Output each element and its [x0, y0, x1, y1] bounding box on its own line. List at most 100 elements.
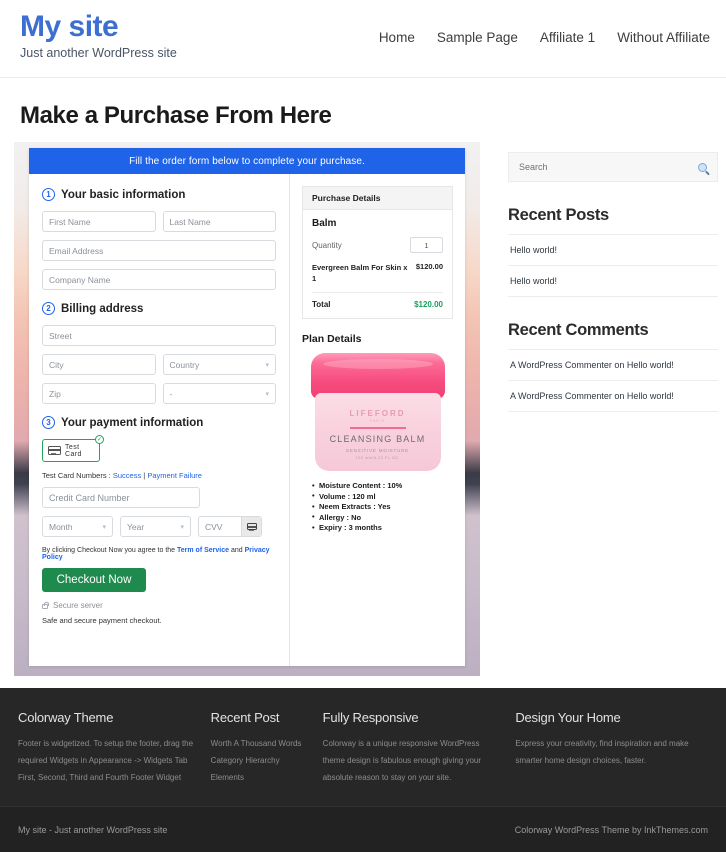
footer-widget-text-line: theme design is fabulous enough giving y… [322, 756, 481, 765]
chevron-down-icon: ▾ [180, 523, 184, 531]
plan-feature-item: Volume : 120 ml [312, 491, 453, 503]
recent-post-item[interactable]: Hello world! [508, 235, 718, 266]
recent-post-item[interactable]: Hello world! [508, 266, 718, 297]
street-input[interactable]: Street [42, 325, 276, 346]
state-select[interactable]: - ▾ [162, 383, 276, 404]
footer-widget-title: Colorway Theme [18, 710, 114, 725]
step-2-heading: 2 Billing address [42, 302, 276, 315]
step-3-label: Your payment information [61, 416, 204, 429]
line-item-name: Evergreen Balm For Skin x 1 [312, 263, 408, 283]
card-number-row: Credit Card Number [42, 487, 276, 508]
name-row: First Name Last Name [42, 211, 276, 232]
site-header: My site Just another WordPress site Home… [0, 0, 726, 78]
magnifier-icon[interactable] [698, 162, 707, 172]
order-form-background: Fill the order form below to complete yo… [14, 142, 480, 676]
zip-input[interactable]: Zip [42, 383, 156, 404]
city-input[interactable]: City [42, 354, 156, 375]
jar-brand-sub-text: PARIS [369, 419, 386, 423]
credit-card-icon [48, 446, 61, 455]
quantity-input[interactable]: 1 [410, 237, 443, 253]
cleansing-balm-jar-graphic: LIFEFORD PARIS CLEANSING BALM SENSITIVE … [310, 353, 445, 471]
first-name-input[interactable]: First Name [42, 211, 156, 232]
company-row: Company Name [42, 269, 276, 290]
footer-recent-post-link[interactable]: Elements [211, 769, 309, 786]
last-name-input[interactable]: Last Name [162, 211, 276, 232]
step-2-number: 2 [42, 302, 55, 315]
footer-widget-text-line: First, Second, Third and Fourth Footer W… [18, 773, 182, 782]
terms-line: By clicking Checkout Now you agree to th… [42, 547, 276, 561]
email-input[interactable]: Email Address [42, 240, 276, 261]
footer-widget-title: Design Your Home [515, 710, 621, 725]
chevron-down-icon: ▾ [102, 523, 106, 531]
plan-feature-item: Allergy : No [312, 512, 453, 524]
checkout-now-button[interactable]: Checkout Now [42, 568, 146, 592]
jar-divider [349, 427, 406, 429]
secure-server-label: Secure server [53, 601, 103, 610]
terms-of-service-link[interactable]: Term of Service [177, 547, 229, 554]
widget-title-recent-posts: Recent Posts [508, 206, 718, 235]
nav-item-affiliate-1[interactable]: Affiliate 1 [540, 30, 595, 45]
purchase-details-box: Purchase Details Balm Quantity 1 Evergre… [302, 186, 453, 319]
test-card-success-link[interactable]: Success [113, 471, 141, 480]
nav-item-without-affiliate[interactable]: Without Affiliate [617, 30, 710, 45]
nav-item-home[interactable]: Home [379, 30, 415, 45]
footer-widget-title: Recent Post [210, 710, 280, 725]
company-input[interactable]: Company Name [42, 269, 276, 290]
widget-recent-posts: Recent Posts Hello world! Hello world! [508, 206, 718, 297]
step-1-heading: 1 Your basic information [42, 188, 276, 201]
line-item-row: Evergreen Balm For Skin x 1 $120.00 [312, 262, 443, 293]
jar-body: LIFEFORD PARIS CLEANSING BALM SENSITIVE … [314, 393, 441, 471]
footer-recent-post-link[interactable]: Worth A Thousand Words [211, 735, 309, 752]
quantity-label: Quantity [312, 240, 342, 250]
recent-comment-item[interactable]: A WordPress Commenter on Hello world! [508, 350, 718, 381]
secure-server-row: Secure server [42, 601, 276, 610]
widget-title-recent-comments: Recent Comments [508, 321, 718, 350]
plan-details-heading: Plan Details [302, 333, 362, 345]
check-circle-icon: ✓ [95, 435, 104, 444]
site-tagline: Just another WordPress site [20, 46, 177, 60]
recent-comment-item[interactable]: A WordPress Commenter on Hello world! [508, 381, 718, 412]
main-navigation: Home Sample Page Affiliate 1 Without Aff… [379, 30, 710, 45]
purchase-product-title: Balm [312, 218, 337, 229]
footer-widget-recent-post: Recent Post Worth A Thousand Words Categ… [211, 710, 323, 806]
total-label: Total [312, 300, 331, 309]
product-image: LIFEFORD PARIS CLEANSING BALM SENSITIVE … [302, 353, 453, 471]
test-card-numbers-line: Test Card Numbers : Success | Payment Fa… [42, 471, 276, 480]
safe-checkout-note: Safe and secure payment checkout. [42, 616, 162, 625]
brand-block: My site Just another WordPress site [20, 10, 177, 60]
cvv-placeholder-text: CVV [205, 521, 223, 532]
page-title: Make a Purchase From Here [20, 102, 332, 129]
copyright-bar: My site - Just another WordPress site Co… [0, 806, 726, 852]
email-row: Email Address [42, 240, 276, 261]
search-box[interactable]: Search [508, 152, 718, 182]
plan-feature-item: Neem Extracts : Yes [312, 502, 453, 513]
footer-recent-post-link[interactable]: Category Hierarchy [211, 752, 309, 769]
test-card-tab[interactable]: Test Card ✓ [42, 435, 104, 462]
search-input[interactable]: Search [519, 162, 548, 172]
test-card-numbers-label: Test Card Numbers : [42, 471, 113, 480]
city-country-row: City Country ▾ [42, 354, 276, 375]
expiry-year-value: Year [127, 521, 145, 532]
nav-item-sample-page[interactable]: Sample Page [437, 30, 518, 45]
main-column: Fill the order form below to complete yo… [0, 142, 500, 676]
jar-product-sub1: SENSITIVE MOISTURE [346, 447, 409, 453]
credit-card-number-input[interactable]: Credit Card Number [42, 487, 200, 508]
jar-product-name: CLEANSING BALM [329, 433, 426, 444]
footer-widget-text-line: required Widgets in Appearance -> Widget… [18, 756, 188, 765]
order-form-card: Fill the order form below to complete yo… [29, 148, 465, 666]
order-summary-column: Purchase Details Balm Quantity 1 Evergre… [289, 174, 465, 666]
plan-feature-list: Moisture Content : 10% Volume : 120 ml N… [302, 481, 453, 534]
footer-widget-text-line: Express your creativity, find inspiratio… [515, 739, 689, 748]
cvv-input[interactable]: CVV [198, 516, 262, 537]
test-card-failure-link[interactable]: Payment Failure [147, 471, 202, 480]
quantity-row: Quantity 1 [312, 237, 443, 253]
total-row: Total $120.00 [312, 300, 443, 309]
jar-brand-text: LIFEFORD [349, 409, 406, 418]
plan-feature-item: Moisture Content : 10% [312, 481, 453, 492]
site-footer: Colorway Theme Footer is widgetized. To … [0, 688, 726, 806]
country-select[interactable]: Country ▾ [162, 354, 276, 375]
footer-widget-text-line: smarter home design choices, faster. [515, 756, 647, 765]
expiry-year-select[interactable]: Year ▾ [120, 516, 191, 537]
expiry-month-select[interactable]: Month ▾ [42, 516, 113, 537]
footer-widget-text-line: Colorway is a unique responsive WordPres… [322, 739, 480, 748]
